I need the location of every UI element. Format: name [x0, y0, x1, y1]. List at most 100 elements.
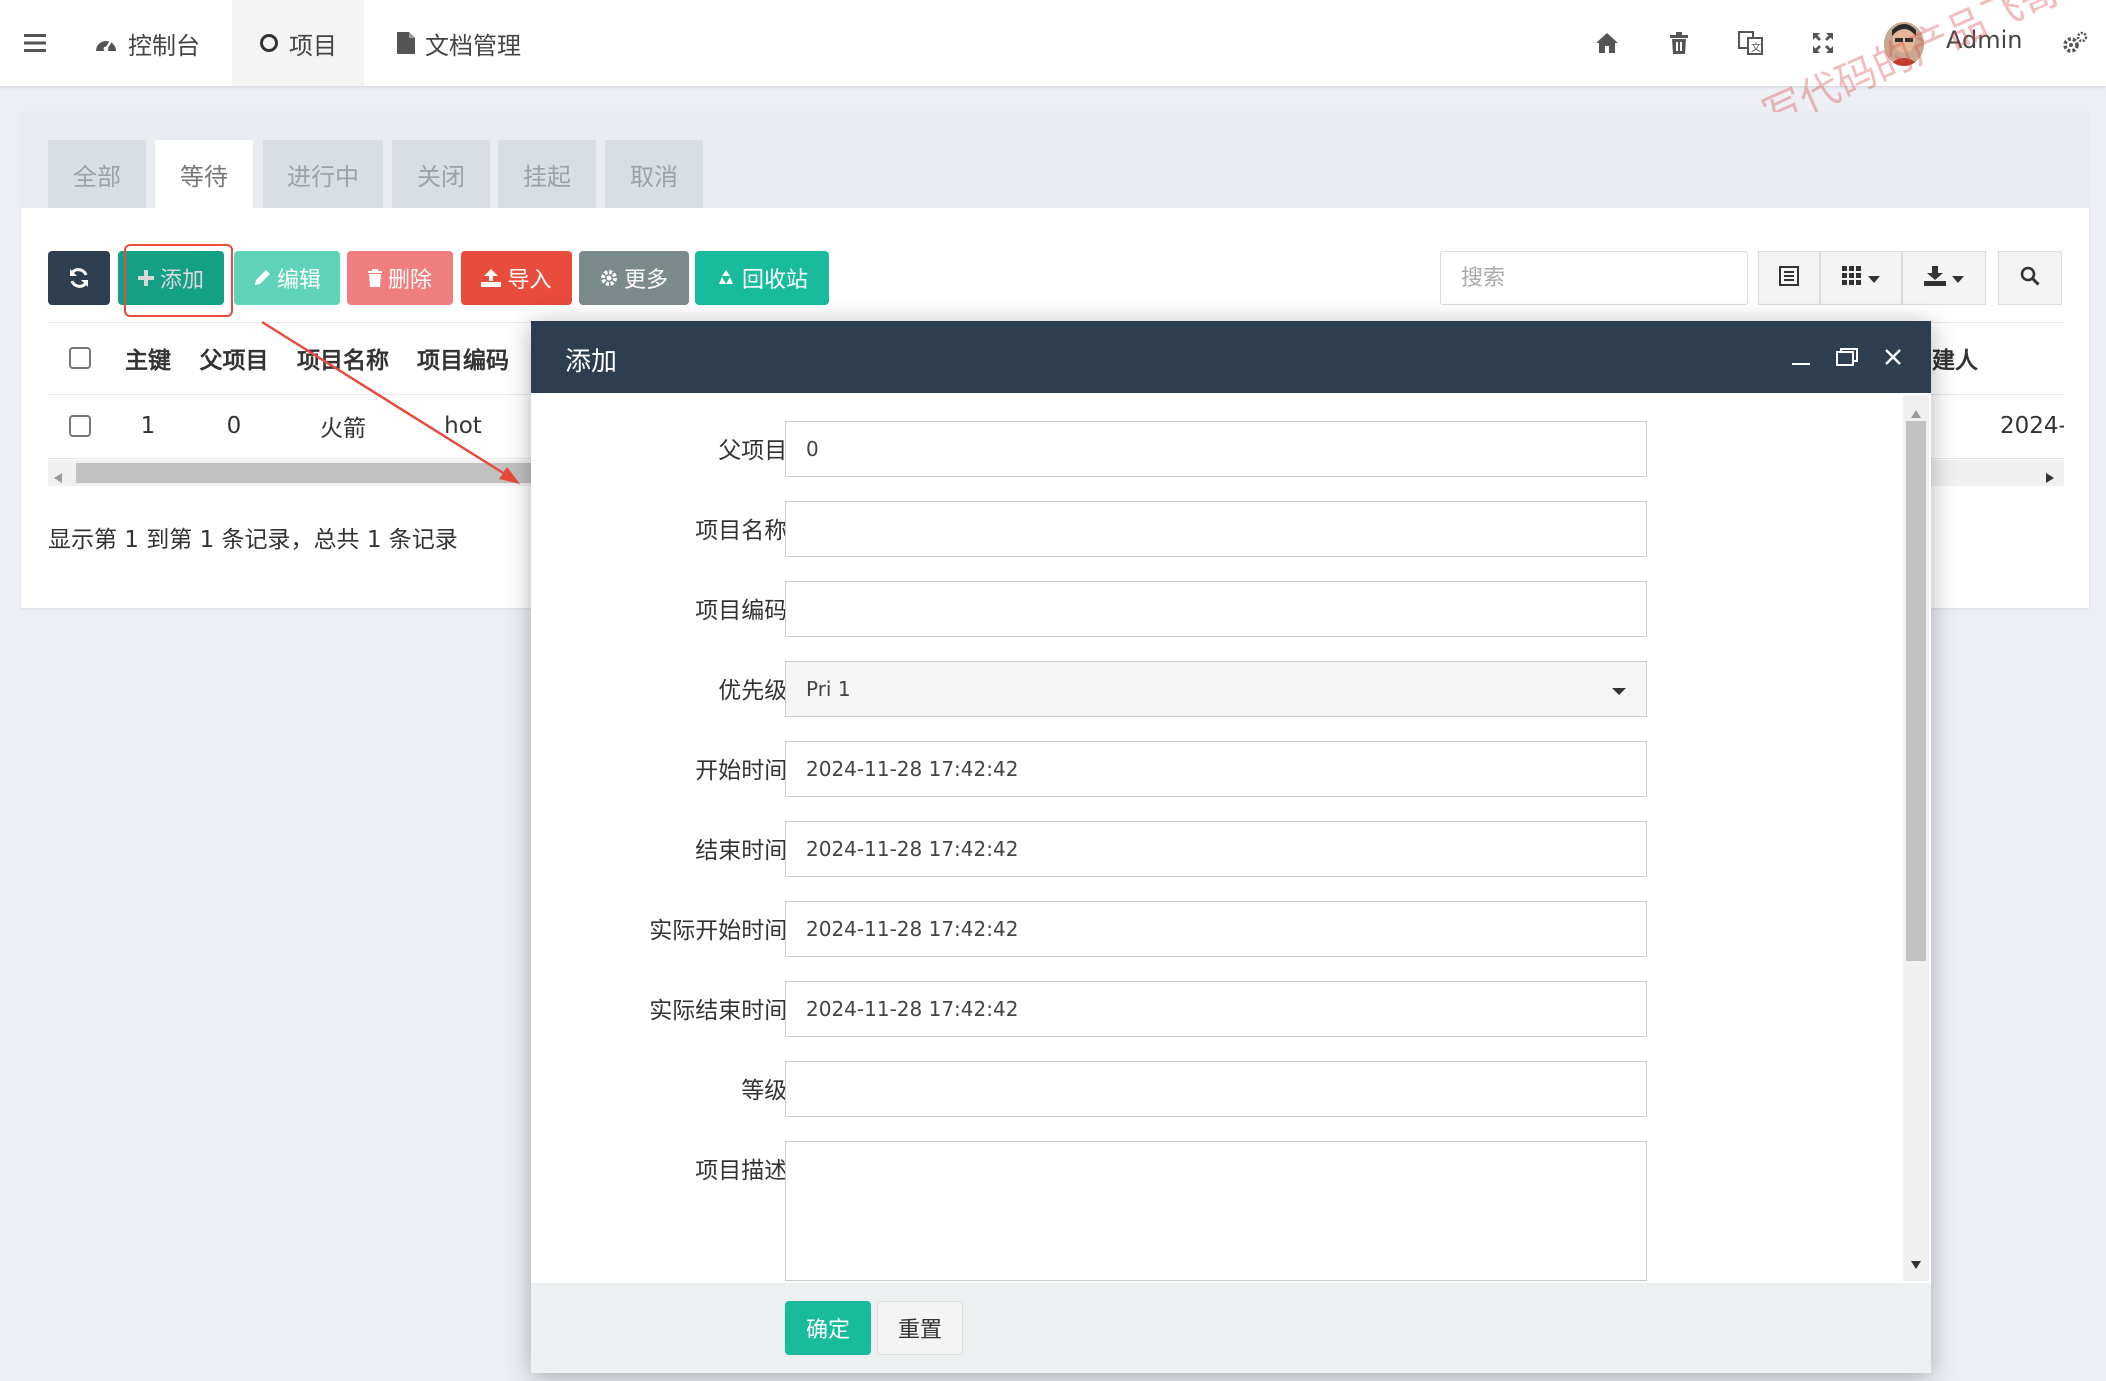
- row-checkbox[interactable]: [69, 415, 91, 437]
- description-textarea[interactable]: [785, 1141, 1647, 1281]
- field-label-description: 项目描述:: [695, 1158, 795, 1184]
- table-scroll-thumb[interactable]: [76, 463, 576, 483]
- nav-documents[interactable]: 文档管理: [384, 0, 534, 86]
- actual-end-time-input[interactable]: 2024-11-28 17:42:42: [785, 981, 1647, 1037]
- priority-select-value: Pri 1: [806, 677, 851, 701]
- toggle-view-button[interactable]: [1758, 251, 1820, 305]
- dialog-header: 添加: [531, 321, 1931, 393]
- dialog-vertical-scrollbar[interactable]: [1903, 395, 1929, 1281]
- field-label-actual-end: 实际结束时间:: [649, 998, 795, 1024]
- tab-cancelled[interactable]: 取消: [605, 140, 703, 208]
- column-header-name[interactable]: 项目名称: [282, 322, 404, 394]
- user-name[interactable]: Admin: [1946, 26, 2023, 54]
- tab-all[interactable]: 全部: [48, 140, 146, 208]
- end-time-input[interactable]: 2024-11-28 17:42:42: [785, 821, 1647, 877]
- project-name-input[interactable]: [785, 501, 1647, 557]
- maximize-icon[interactable]: [1833, 343, 1861, 371]
- recycle-bin-button[interactable]: 回收站: [695, 251, 829, 305]
- scroll-right-icon[interactable]: [2046, 468, 2054, 487]
- nav-projects[interactable]: 项目: [232, 0, 364, 86]
- tab-in-progress[interactable]: 进行中: [263, 140, 383, 208]
- caret-down-icon: [1952, 269, 1964, 288]
- tab-waiting[interactable]: 等待: [155, 140, 253, 208]
- tab-suspended[interactable]: 挂起: [498, 140, 596, 208]
- import-button-label: 导入: [507, 268, 552, 293]
- nav-dashboard[interactable]: 控制台: [82, 0, 212, 86]
- add-dialog: 添加 父项目: 0 项目名称: 项目编码: 优先级: Pri 1 开始时间: 2…: [531, 321, 1931, 1373]
- scroll-left-icon[interactable]: [54, 468, 62, 487]
- recycle-bin-label: 回收站: [741, 268, 808, 293]
- search-icon: [2020, 266, 2040, 290]
- reset-button[interactable]: 重置: [877, 1301, 963, 1355]
- search-button[interactable]: [1998, 251, 2062, 305]
- close-icon[interactable]: [1879, 343, 1907, 371]
- column-header-creator[interactable]: 建人: [1932, 322, 1994, 394]
- actual-start-time-input[interactable]: 2024-11-28 17:42:42: [785, 901, 1647, 957]
- home-icon[interactable]: [1592, 28, 1622, 58]
- download-icon: [1924, 266, 1946, 290]
- recycle-icon: [716, 268, 736, 288]
- pencil-icon: [253, 269, 271, 287]
- field-label-name: 项目名称:: [695, 518, 795, 544]
- cell-code: hot: [444, 413, 482, 439]
- pagination-summary: 显示第 1 到第 1 条记录，总共 1 条记录: [48, 527, 458, 553]
- minimize-icon[interactable]: [1787, 343, 1815, 371]
- import-button[interactable]: 导入: [461, 251, 572, 305]
- field-label-start-time: 开始时间:: [695, 758, 795, 784]
- dialog-body: 父项目: 0 项目名称: 项目编码: 优先级: Pri 1 开始时间: 2024…: [531, 393, 1931, 1283]
- start-time-input[interactable]: 2024-11-28 17:42:42: [785, 741, 1647, 797]
- dialog-title: 添加: [565, 347, 618, 377]
- cell-id: 1: [140, 413, 156, 439]
- edit-button-label: 编辑: [276, 268, 321, 293]
- field-label-code: 项目编码:: [695, 598, 795, 624]
- gear-icon: [600, 269, 618, 287]
- level-input[interactable]: [785, 1061, 1647, 1117]
- menu-toggle-icon[interactable]: [20, 28, 50, 58]
- tab-closed[interactable]: 关闭: [392, 140, 490, 208]
- scroll-up-icon[interactable]: [1911, 403, 1921, 422]
- column-header-parent[interactable]: 父项目: [192, 322, 276, 394]
- caret-down-icon: [1612, 677, 1626, 701]
- fullscreen-icon[interactable]: [1808, 28, 1838, 58]
- columns-dropdown-button[interactable]: [1820, 251, 1902, 305]
- dashboard-icon: [94, 33, 118, 53]
- scroll-down-icon[interactable]: [1911, 1254, 1921, 1273]
- column-header-id[interactable]: 主键: [112, 322, 184, 394]
- translate-icon[interactable]: 文: [1736, 28, 1766, 58]
- delete-button-label: 删除: [387, 268, 432, 293]
- select-all-checkbox[interactable]: [69, 347, 91, 369]
- trash-icon[interactable]: [1664, 28, 1694, 58]
- nav-dashboard-label: 控制台: [128, 31, 200, 60]
- project-code-input[interactable]: [785, 581, 1647, 637]
- nav-documents-label: 文档管理: [425, 31, 521, 60]
- parent-project-input[interactable]: 0: [785, 421, 1647, 477]
- grid-icon: [1842, 266, 1862, 290]
- circle-icon: [259, 33, 279, 53]
- file-icon: [397, 32, 415, 54]
- confirm-button[interactable]: 确定: [785, 1301, 871, 1355]
- cell-name: 火箭: [320, 416, 366, 442]
- field-label-parent: 父项目:: [718, 438, 795, 464]
- field-label-actual-start: 实际开始时间:: [649, 918, 795, 944]
- edit-button[interactable]: 编辑: [234, 251, 340, 305]
- upload-icon: [481, 269, 502, 287]
- list-view-icon: [1779, 266, 1799, 290]
- refresh-button[interactable]: [48, 251, 110, 305]
- settings-cogs-icon[interactable]: [2060, 28, 2090, 58]
- select-all-checkbox-cell[interactable]: [48, 322, 112, 394]
- column-header-code[interactable]: 项目编码: [404, 322, 522, 394]
- caret-down-icon: [1868, 269, 1880, 288]
- cell-parent: 0: [226, 413, 242, 439]
- delete-button[interactable]: 删除: [347, 251, 453, 305]
- dialog-scroll-thumb[interactable]: [1906, 421, 1926, 961]
- search-input[interactable]: [1440, 251, 1748, 305]
- more-button[interactable]: 更多: [579, 251, 689, 305]
- avatar[interactable]: [1884, 22, 1924, 66]
- svg-text:文: 文: [1751, 41, 1761, 54]
- nav-projects-label: 项目: [289, 31, 337, 60]
- trash-icon: [367, 269, 382, 287]
- annotation-highlight-box: [124, 244, 233, 317]
- row-checkbox-cell[interactable]: [48, 394, 112, 458]
- priority-select[interactable]: Pri 1: [785, 661, 1647, 717]
- export-dropdown-button[interactable]: [1902, 251, 1986, 305]
